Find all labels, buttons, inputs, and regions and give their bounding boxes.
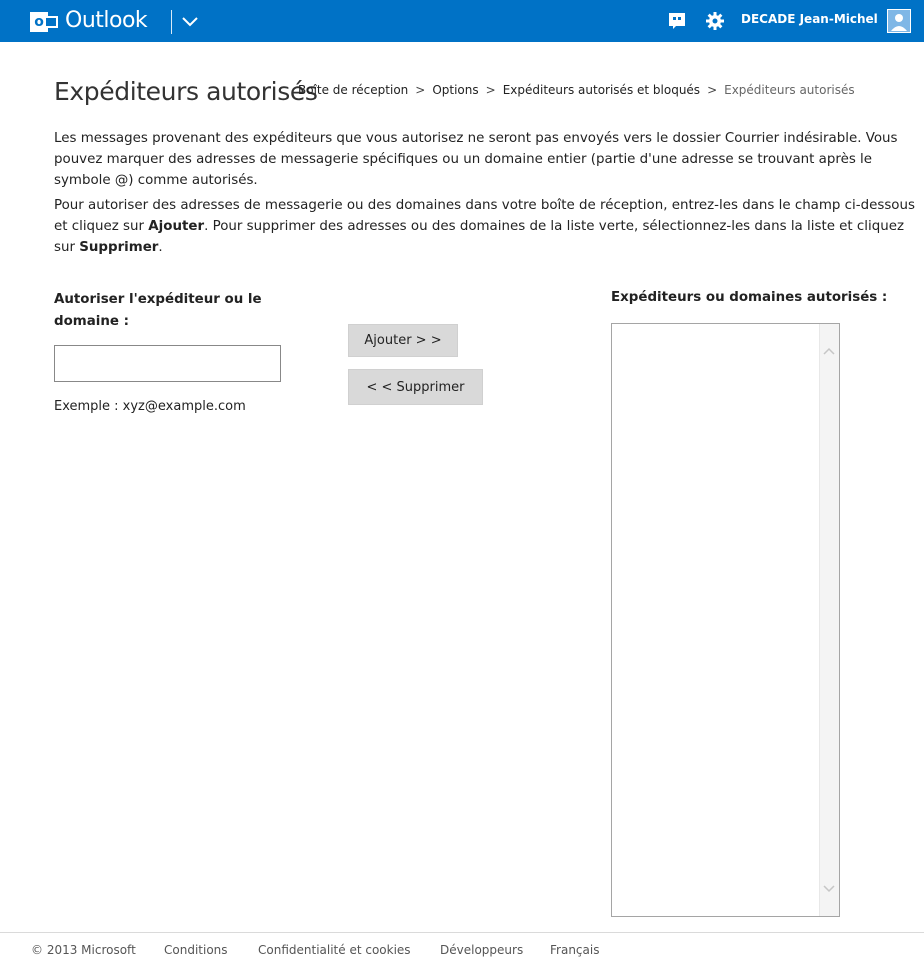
- allow-sender-label: Autoriser l'expéditeur ou le domaine :: [54, 292, 262, 329]
- breadcrumb-separator: >: [415, 83, 426, 97]
- instructions-remove-keyword: Supprimer: [79, 240, 159, 255]
- safe-senders-list-label: Expéditeurs ou domaines autorisés :: [611, 290, 888, 305]
- top-bar: o Outlook DECADE Jean-Michel: [0, 0, 924, 42]
- breadcrumb-safe-senders: Expéditeurs autorisés: [724, 83, 855, 97]
- copyright: © 2013 Microsoft: [31, 943, 136, 957]
- add-button[interactable]: Ajouter > >: [348, 324, 458, 357]
- intro-paragraph: Les messages provenant des expéditeurs q…: [54, 131, 898, 188]
- breadcrumb: Boîte de réception > Options > Expéditeurs a…: [298, 83, 855, 97]
- person-icon: [891, 14, 907, 31]
- safe-senders-list[interactable]: [611, 323, 840, 917]
- footer-link-terms[interactable]: Conditions: [164, 943, 228, 957]
- app-name[interactable]: Outlook: [65, 8, 148, 33]
- footer: © 2013 Microsoft Conditions Confidential…: [0, 932, 924, 967]
- page-title: Expéditeurs autorisés: [54, 77, 318, 106]
- example-text: Exemple : xyz@example.com: [54, 399, 246, 414]
- user-name[interactable]: DECADE Jean-Michel: [741, 12, 878, 26]
- app-separator: [171, 10, 172, 34]
- footer-link-privacy[interactable]: Confidentialité et cookies: [258, 943, 411, 957]
- footer-link-developers[interactable]: Développeurs: [440, 943, 523, 957]
- chevron-down-icon[interactable]: [181, 11, 199, 31]
- breadcrumb-options[interactable]: Options: [432, 83, 478, 97]
- chevron-down-icon[interactable]: [822, 882, 836, 896]
- outlook-logo-icon[interactable]: o: [30, 10, 60, 34]
- breadcrumb-safe-blocked-senders[interactable]: Expéditeurs autorisés et bloqués: [503, 83, 700, 97]
- breadcrumb-separator: >: [485, 83, 496, 97]
- avatar[interactable]: [887, 9, 911, 33]
- chat-icon[interactable]: [668, 12, 686, 30]
- chevron-up-icon[interactable]: [822, 344, 836, 358]
- instructions-add-keyword: Ajouter: [148, 219, 205, 234]
- remove-button[interactable]: < < Supprimer: [348, 369, 483, 405]
- allow-sender-input[interactable]: [54, 345, 281, 382]
- breadcrumb-inbox[interactable]: Boîte de réception: [298, 83, 408, 97]
- footer-link-language[interactable]: Français: [550, 943, 599, 957]
- instructions-text: .: [158, 240, 163, 255]
- list-scrollbar[interactable]: [819, 324, 839, 916]
- instructions-paragraph: Pour autoriser des adresses de messageri…: [54, 195, 919, 258]
- gear-icon[interactable]: [705, 11, 725, 31]
- breadcrumb-separator: >: [707, 83, 718, 97]
